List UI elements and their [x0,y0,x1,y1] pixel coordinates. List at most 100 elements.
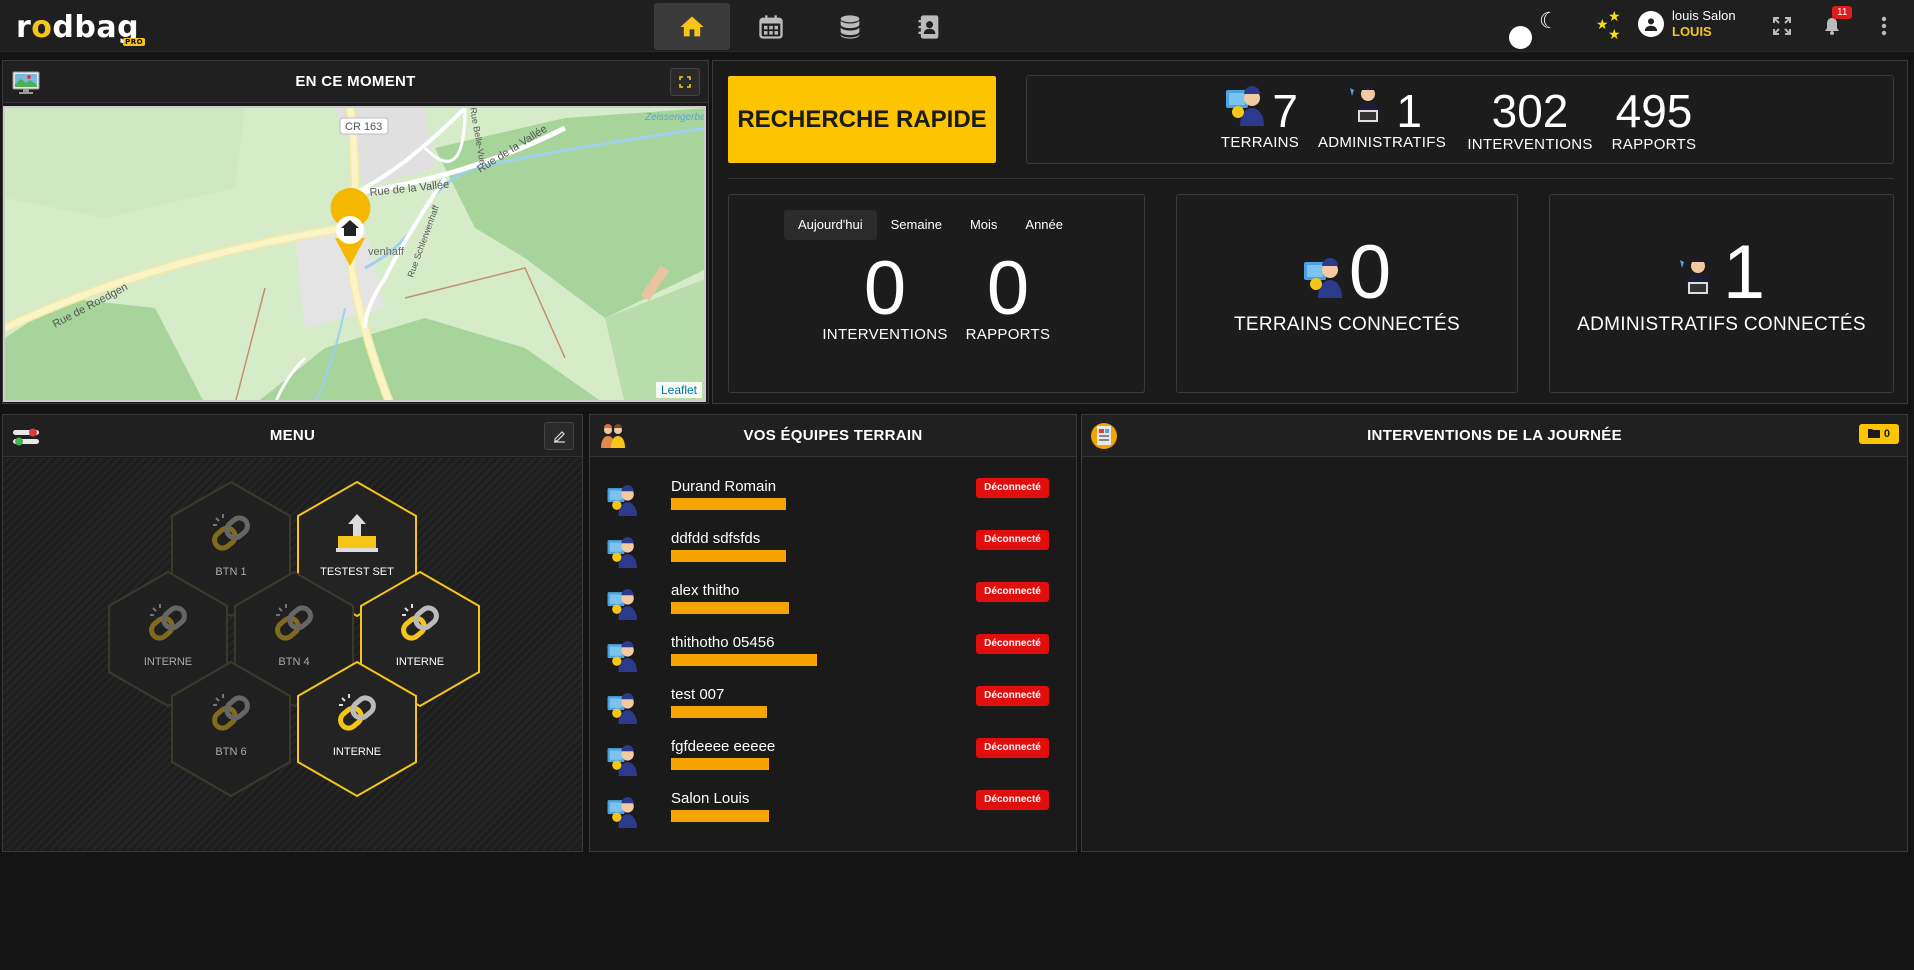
map-expand-button[interactable] [670,68,700,96]
total-terrains-label: TERRAINS [1220,134,1300,151]
team-member-bar [671,706,767,718]
tab-month[interactable]: Mois [956,210,1011,240]
team-member-bar [671,498,786,510]
total-admins: 1 [1396,85,1422,137]
total-terrains: 7 [1272,85,1298,137]
fullscreen-button[interactable] [1770,14,1794,38]
nav-calendar[interactable] [733,3,809,50]
field-worker-icon [607,485,637,516]
upload-box-icon [334,510,380,556]
link-icon [145,600,191,646]
team-member-row[interactable]: thithotho 05456 Déconnecté [590,634,1070,686]
folder-icon [1867,429,1880,438]
expand-icon [679,76,691,88]
team-member-row[interactable]: Salon Louis Déconnecté [590,790,1070,842]
team-member-row[interactable]: ddfdd sdfsfds Déconnecté [590,530,1070,582]
user-menu[interactable]: louis Salon LOUIS [1638,8,1736,40]
team-member-name: Durand Romain [671,478,777,495]
status-badge: Déconnecté [976,582,1049,602]
team-member-bar [671,602,789,614]
tab-week[interactable]: Semaine [877,210,956,240]
team-member-row[interactable]: fgfdeeee eeeee Déconnecté [590,738,1070,790]
nav-home[interactable] [654,3,730,50]
toggles-icon [13,428,39,446]
field-worker-icon [607,745,637,776]
expand-icon [1773,17,1791,35]
teams-panel-header: VOS ÉQUIPES TERRAIN [590,415,1076,457]
period-tabs: Aujourd'hui Semaine Mois Année [784,210,1077,240]
map-view[interactable]: CR 163 Rue de la Vallée Rue de la Vallée… [3,106,706,402]
total-interventions: 302 INTERVENTIONS [1467,85,1593,153]
field-worker-icon [607,537,637,568]
calendar-icon [759,14,783,39]
link-icon [334,690,380,736]
menu-hex-button[interactable]: BTN 6 [170,660,292,798]
tab-year[interactable]: Année [1011,210,1077,240]
map-tiles: CR 163 Rue de la Vallée Rue de la Vallée… [5,108,706,400]
toggle-knob [1509,26,1532,49]
link-icon [397,600,443,646]
quick-search-button[interactable]: RECHERCHE RAPIDE [728,76,996,163]
team-member-bar [671,654,817,666]
tab-today[interactable]: Aujourd'hui [784,210,877,240]
menu-hex-button[interactable]: INTERNE [296,660,418,798]
map-label-cr: CR 163 [345,121,382,133]
bell-icon [1825,18,1839,35]
menu-title: MENU [269,427,316,444]
status-badge: Déconnecté [976,634,1049,654]
map-label-village: venhaff [368,246,405,258]
database-icon [840,14,860,39]
teams-panel: VOS ÉQUIPES TERRAIN Durand Romain Déconne… [589,414,1077,852]
contacts-icon [918,14,939,39]
team-member-row[interactable]: alex thitho Déconnecté [590,582,1070,634]
field-worker-icon [607,797,637,828]
nav-database[interactable] [812,3,888,50]
main-nav [654,3,970,50]
avatar [1638,11,1664,37]
notifications-button[interactable]: 11 [1820,6,1853,38]
user-sub: LOUIS [1672,24,1712,39]
team-member-name: ddfdd sdfsfds [671,530,761,547]
menu-hex-label: BTN 6 [215,746,247,758]
connected-terrains-value: 0 [1348,230,1392,315]
team-member-bar [671,758,769,770]
divider [728,178,1894,179]
theme-toggle[interactable]: ☾ [1509,8,1559,49]
period-rapports: 0 RAPPORTS [965,246,1051,344]
app-logo[interactable]: rodbag PRO [16,10,146,46]
period-interventions: 0 INTERVENTIONS [822,246,948,344]
status-badge: Déconnecté [976,530,1049,550]
field-worker-icon [607,641,637,672]
interventions-day-panel: INTERVENTIONS DE LA JOURNÉE 0 [1081,414,1908,852]
stars-icon[interactable]: ★ ★ ★ [1596,8,1630,42]
total-admins-label: ADMINISTRATIFS [1317,134,1447,151]
field-worker-icon [607,589,637,620]
monitor-map-icon [12,71,40,94]
teams-title: VOS ÉQUIPES TERRAIN [743,427,923,444]
field-worker-icon [607,693,637,724]
user-name: louis Salon [1672,8,1736,23]
edit-icon [553,430,565,443]
connected-admins-value: 1 [1722,230,1766,315]
link-icon [208,690,254,736]
menu-hex-grid: BTN 1 TESTEST SET INTERNE BTN 4 INTERNE BTN 6… [3,458,582,850]
top-bar: rodbag PRO ☾ ★ ★ ★ louis Salon LOUIS 11 [0,0,1914,52]
status-badge: Déconnecté [976,790,1049,810]
map-label-stream: Zeissengerbaach [644,112,706,123]
team-member-name: fgfdeeee eeeee [671,738,776,755]
menu-edit-button[interactable] [544,422,574,450]
home-icon [680,16,704,36]
user-icon [1644,18,1658,31]
interventions-count-badge[interactable]: 0 [1858,424,1899,444]
team-member-row[interactable]: test 007 Déconnecté [590,686,1070,738]
menu-hex-label: INTERNE [332,746,382,758]
leaflet-attribution[interactable]: Leaflet [655,382,702,398]
team-member-name: alex thitho [671,582,740,599]
team-list[interactable]: Durand Romain Déconnecté ddfdd sdfsfds Déco… [590,458,1070,851]
more-menu-button[interactable] [1872,14,1896,38]
team-member-name: thithotho 05456 [671,634,775,651]
team-member-name: Salon Louis [671,790,750,807]
notification-count: 11 [1832,6,1853,19]
team-member-row[interactable]: Durand Romain Déconnecté [590,478,1070,530]
nav-contacts[interactable] [891,3,967,50]
